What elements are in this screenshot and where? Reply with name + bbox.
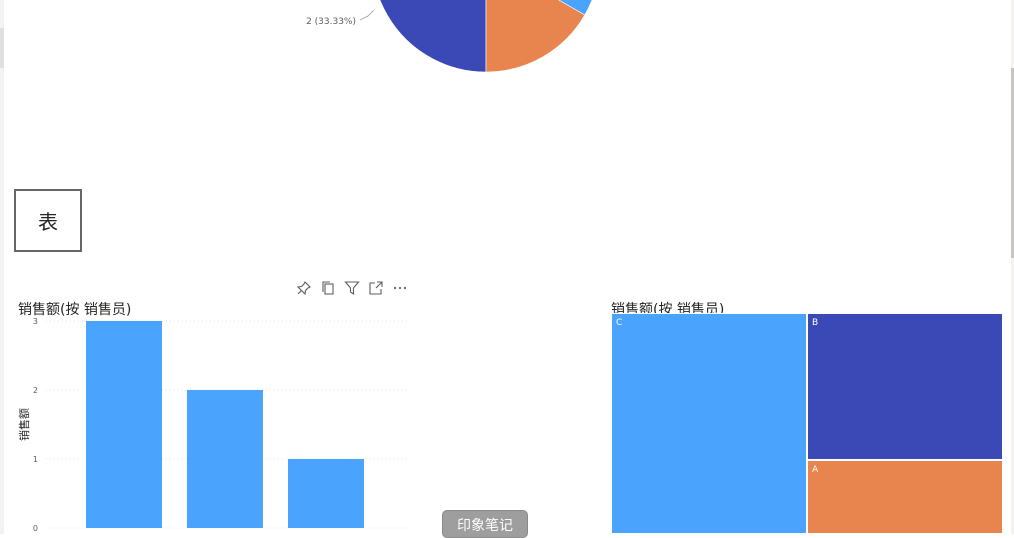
- y-axis-title: 销售额: [17, 408, 31, 441]
- y-tick-label: 1: [33, 455, 38, 464]
- text-box-content: 表: [38, 210, 58, 234]
- y-tick-label: 0: [33, 524, 38, 533]
- visual-header-toolbar: [292, 278, 412, 298]
- more-options-icon[interactable]: [388, 278, 412, 298]
- bar[interactable]: [288, 459, 364, 528]
- treemap-cell-label: C: [616, 318, 623, 328]
- pie-data-label: 2 (33.33%): [306, 17, 356, 27]
- treemap-cell-a[interactable]: A: [807, 460, 1003, 534]
- treemap-cell-label: B: [812, 318, 819, 328]
- y-tick-label: 2: [33, 386, 38, 395]
- treemap-cell-c[interactable]: C: [611, 313, 807, 534]
- pie-leader-line: [359, 9, 375, 21]
- pie-chart-svg: 2 (33.33%): [306, 0, 593, 73]
- pin-icon[interactable]: [292, 278, 316, 298]
- treemap-cell-label: A: [812, 465, 819, 475]
- y-tick-label: 3: [33, 317, 38, 326]
- expand-icon[interactable]: [364, 278, 388, 298]
- bar-chart[interactable]: 0 1 2 3 销售额: [14, 312, 424, 534]
- bar-chart-svg: 0 1 2 3 销售额: [17, 317, 410, 533]
- text-box[interactable]: 表: [14, 189, 82, 252]
- bar[interactable]: [86, 321, 162, 528]
- treemap-cell-b[interactable]: B: [807, 313, 1003, 460]
- treemap-chart[interactable]: C B A: [611, 313, 1003, 534]
- left-edge-strip: [0, 0, 4, 534]
- pie-slice[interactable]: [372, 0, 487, 73]
- pie-slice[interactable]: [485, 0, 586, 73]
- filter-icon[interactable]: [340, 278, 364, 298]
- copy-icon[interactable]: [316, 278, 340, 298]
- left-edge-handle: [0, 28, 4, 68]
- pie-chart[interactable]: 2 (33.33%): [300, 0, 620, 80]
- bar[interactable]: [187, 390, 263, 528]
- evernote-label: 印象笔记: [457, 518, 513, 534]
